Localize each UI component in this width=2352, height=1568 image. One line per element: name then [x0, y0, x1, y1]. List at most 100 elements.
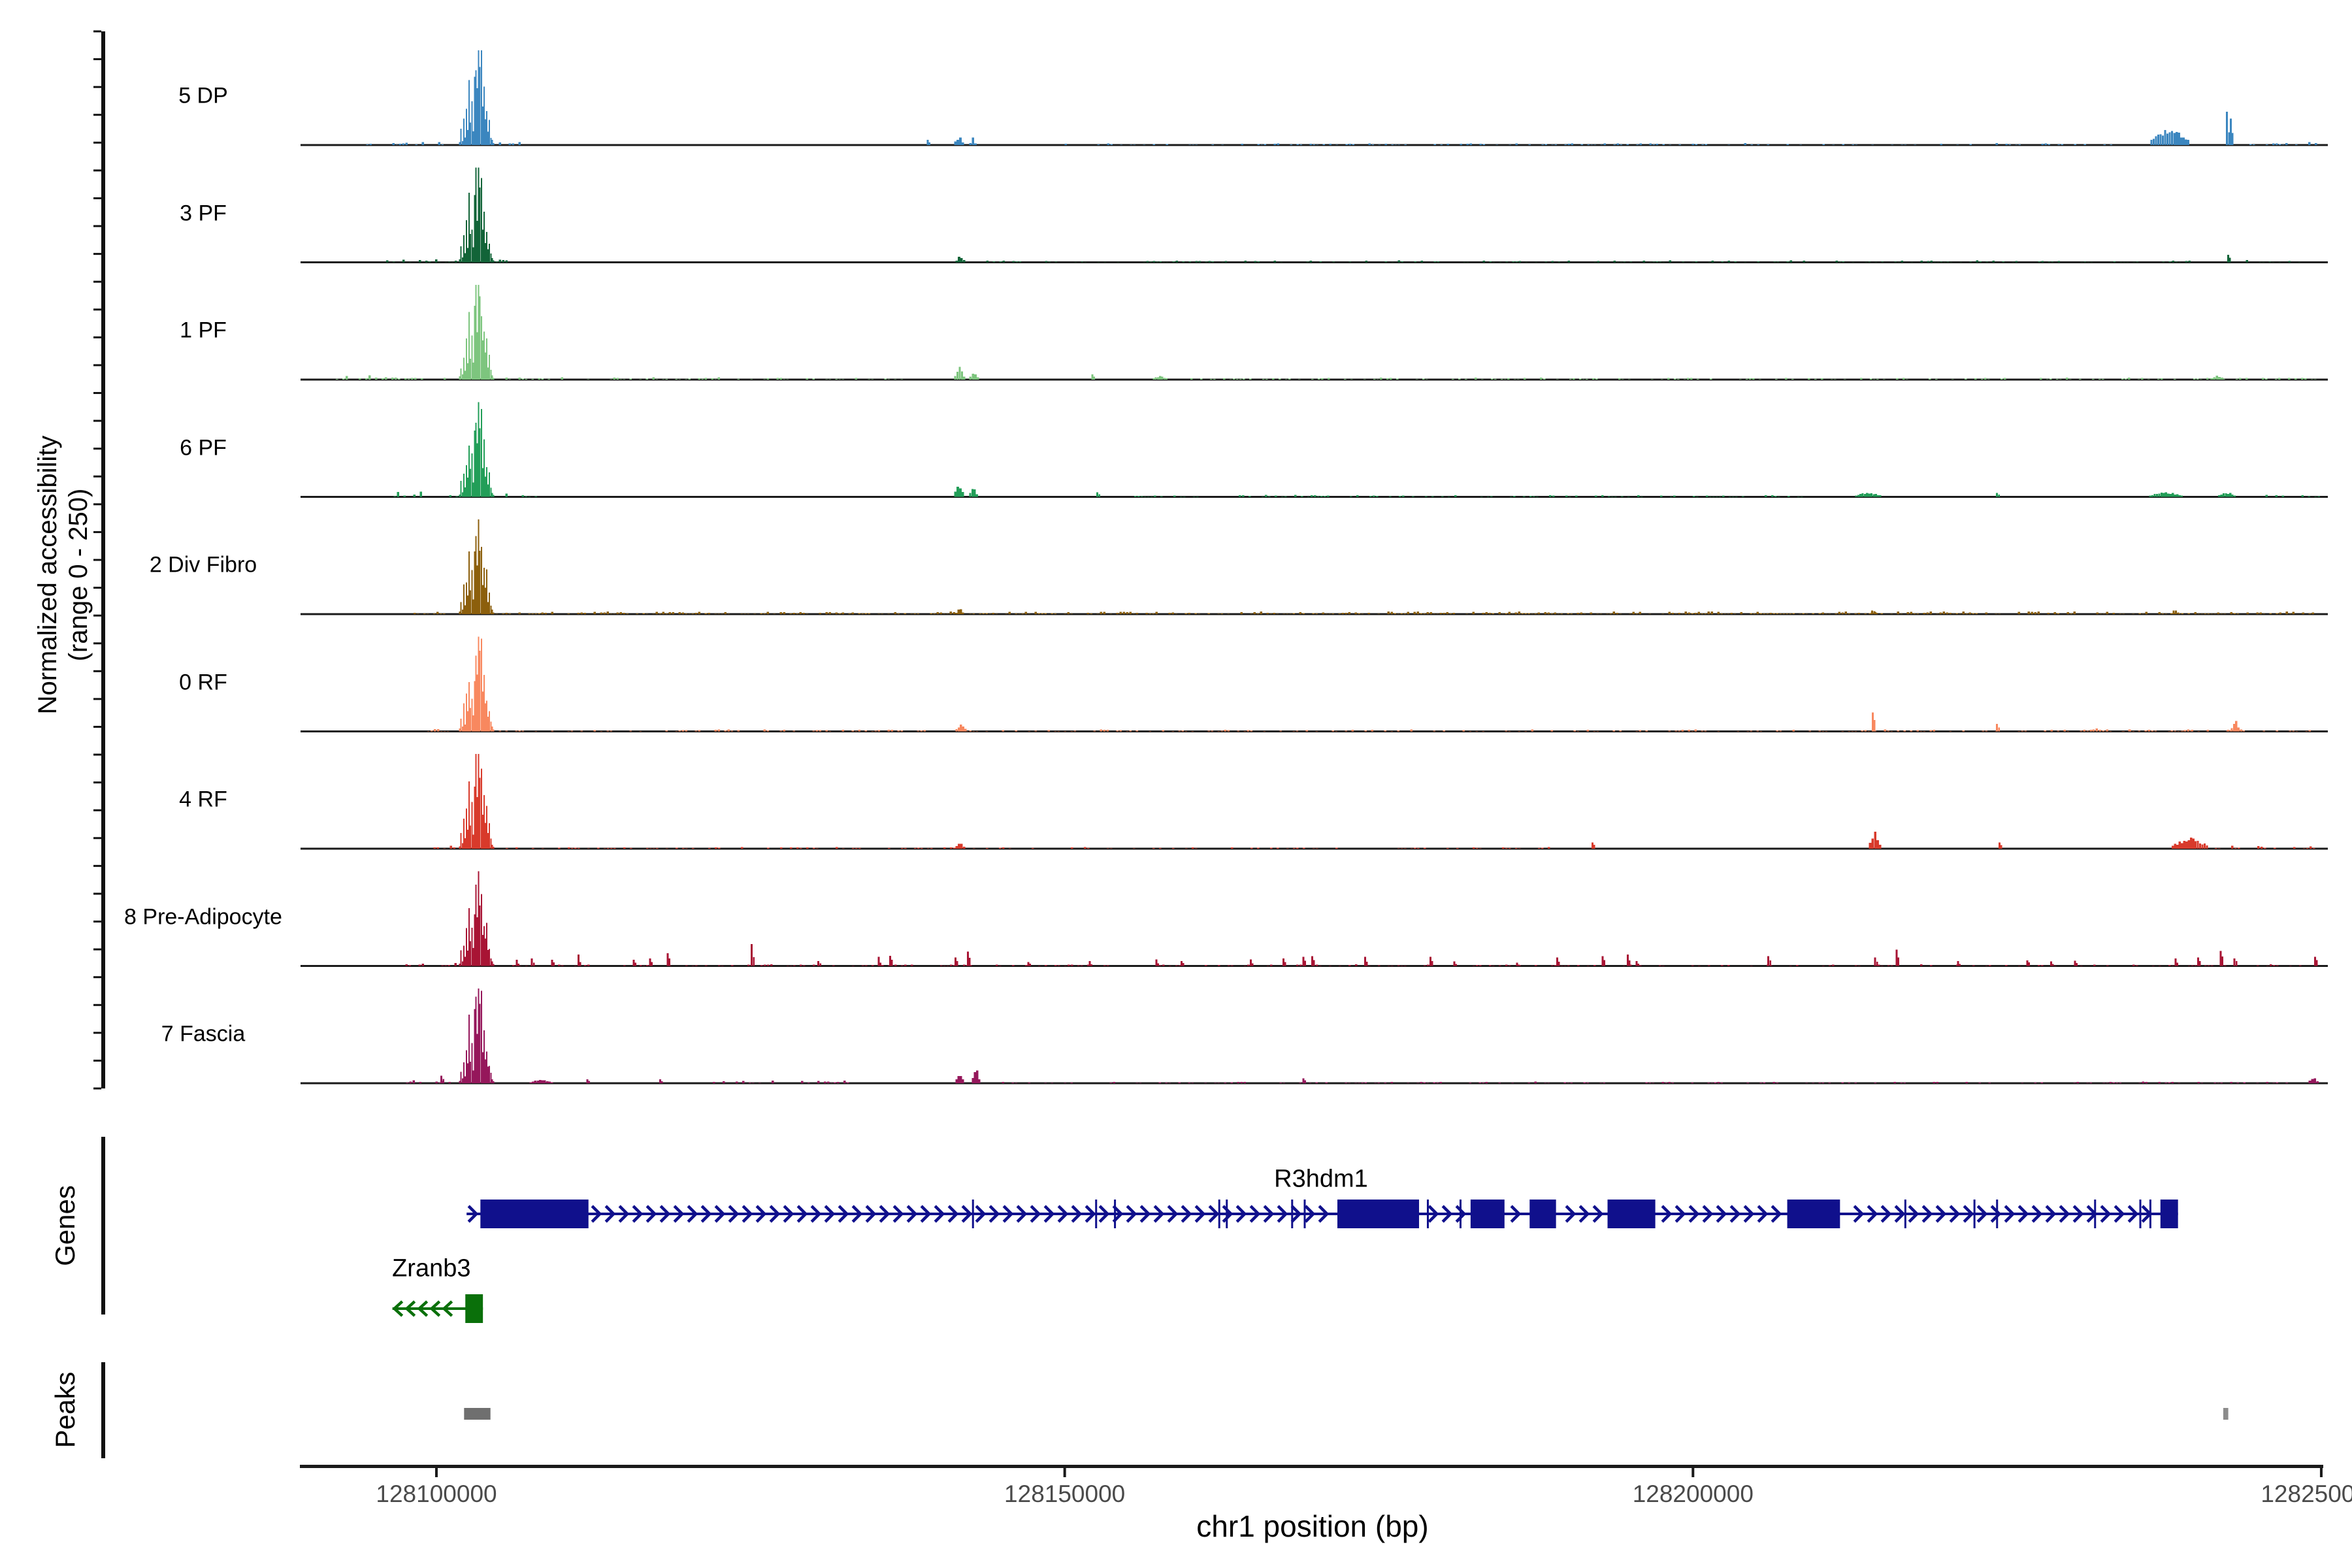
- accessibility-bracket-tick: [93, 114, 101, 116]
- track-signal: [414, 519, 2314, 614]
- accessibility-bracket-tick: [93, 1004, 101, 1006]
- accessibility-bracket-tick: [93, 503, 101, 505]
- accessibility-bracket-tick: [93, 949, 101, 951]
- x-axis-tick-label: 128200000: [1633, 1480, 1754, 1508]
- y-axis-label: Normalized accessibility (range 0 - 250): [33, 436, 94, 715]
- gene-exon-thin: [1460, 1200, 1462, 1228]
- x-axis-tick: [435, 1468, 438, 1477]
- accessibility-bracket-tick: [93, 642, 101, 644]
- accessibility-bracket-tick: [93, 809, 101, 811]
- gene-zranb3: [393, 1294, 483, 1323]
- accessibility-bracket-tick: [93, 865, 101, 867]
- track-signal: [336, 285, 2316, 380]
- gene-r3hdm1: [466, 1200, 2178, 1228]
- x-axis-tick-label: 128250000: [2261, 1480, 2352, 1508]
- accessibility-bracket-tick: [93, 892, 101, 894]
- x-axis: [300, 1465, 2323, 1477]
- genes-bracket: [101, 1137, 105, 1315]
- track-signal: [405, 872, 2317, 966]
- track-label-4-rf: 4 RF: [179, 787, 227, 813]
- accessibility-bracket-tick: [93, 921, 101, 923]
- track-label-1-pf: 1 PF: [180, 318, 227, 344]
- accessibility-bracket-tick: [93, 392, 101, 394]
- x-axis-line: [300, 1465, 2323, 1468]
- track-signal: [433, 754, 2315, 849]
- figure-canvas: [0, 0, 2352, 1568]
- accessibility-bracket-tick: [93, 281, 101, 283]
- gene-exon: [465, 1294, 483, 1323]
- x-axis-tick: [1064, 1468, 1066, 1477]
- y-axis-label-line1: Normalized accessibility: [33, 436, 63, 715]
- accessibility-bracket-tick: [93, 531, 101, 533]
- track-signal: [394, 402, 2321, 497]
- peak-region: [464, 1408, 490, 1420]
- track-label-3-pf: 3 PF: [180, 201, 227, 226]
- track-label-5-dp: 5 DP: [178, 84, 228, 109]
- accessibility-bracket-tick: [93, 253, 101, 255]
- genes-track: [393, 1200, 2178, 1323]
- x-axis-tick-label: 128100000: [376, 1480, 497, 1508]
- gene-exon: [1529, 1200, 1556, 1228]
- gene-label-zranb3: Zranb3: [392, 1255, 470, 1283]
- accessibility-bracket-tick: [93, 587, 101, 589]
- track-signal: [366, 50, 2317, 145]
- x-axis-title: chr1 position (bp): [1196, 1509, 1428, 1544]
- track-label-0-rf: 0 RF: [179, 670, 227, 695]
- accessibility-bracket-tick: [93, 31, 101, 33]
- accessibility-bracket-tick: [93, 225, 101, 227]
- accessibility-bracket-tick: [93, 197, 101, 199]
- accessibility-bracket-tick: [93, 142, 101, 144]
- accessibility-bracket-tick: [93, 86, 101, 88]
- accessibility-tracks: [301, 50, 2328, 1083]
- accessibility-bracket-tick: [93, 698, 101, 700]
- gene-exon-thin: [1974, 1200, 1976, 1228]
- accessibility-bracket-tick: [93, 837, 101, 839]
- figure: Normalized accessibility (range 0 - 250)…: [0, 0, 2352, 1568]
- track-signal: [406, 988, 2319, 1083]
- gene-exon: [1608, 1200, 1656, 1228]
- gene-exon-thin: [2094, 1200, 2096, 1228]
- gene-exon-thin: [1114, 1200, 1116, 1228]
- gene-exon: [1471, 1200, 1505, 1228]
- gene-exon-thin: [1095, 1200, 1097, 1228]
- accessibility-bracket-tick: [93, 1032, 101, 1034]
- track-label-6-pf: 6 PF: [180, 435, 227, 461]
- gene-exon-thin: [1904, 1200, 1906, 1228]
- accessibility-bracket-tick: [93, 559, 101, 561]
- accessibility-bracket-tick: [93, 308, 101, 310]
- gene-exon-thin: [1218, 1200, 1220, 1228]
- peak-region: [2223, 1408, 2229, 1420]
- y-axis-label-line2: (range 0 - 250): [63, 436, 94, 715]
- gene-exon-thin: [972, 1200, 974, 1228]
- accessibility-bracket-tick: [93, 726, 101, 728]
- peaks-section-label: Peaks: [50, 1372, 81, 1448]
- accessibility-bracket-tick: [93, 781, 101, 783]
- accessibility-bracket-tick: [93, 976, 101, 978]
- gene-label-r3hdm1: R3hdm1: [1274, 1166, 1368, 1194]
- accessibility-bracket-tick: [93, 336, 101, 338]
- gene-exon-thin: [1427, 1200, 1429, 1228]
- track-label-7-fascia: 7 Fascia: [161, 1022, 246, 1047]
- accessibility-bracket-tick: [93, 448, 101, 449]
- x-axis-tick: [1691, 1468, 1694, 1477]
- accessibility-bracket-tick: [93, 1060, 101, 1062]
- accessibility-bracket-tick: [93, 420, 101, 422]
- gene-exon: [1788, 1200, 1840, 1228]
- accessibility-bracket-tick: [93, 364, 101, 366]
- gene-exon-thin: [1304, 1200, 1306, 1228]
- track-signal: [427, 637, 2311, 732]
- gene-exon-thin: [2139, 1200, 2141, 1228]
- accessibility-bracket: [101, 31, 105, 1088]
- gene-exon: [480, 1200, 588, 1228]
- gene-exon-thin: [2149, 1200, 2151, 1228]
- gene-exon: [2161, 1200, 2178, 1228]
- accessibility-bracket-tick: [93, 670, 101, 672]
- peaks-bracket: [101, 1362, 105, 1458]
- gene-exon: [1337, 1200, 1419, 1228]
- x-axis-tick-label: 128150000: [1004, 1480, 1125, 1508]
- accessibility-bracket-tick: [93, 615, 101, 617]
- gene-exon-thin: [1996, 1200, 1998, 1228]
- genes-section-label: Genes: [50, 1185, 81, 1266]
- track-label-8-pre-adipocyte: 8 Pre-Adipocyte: [124, 904, 282, 930]
- gene-exon-thin: [1291, 1200, 1293, 1228]
